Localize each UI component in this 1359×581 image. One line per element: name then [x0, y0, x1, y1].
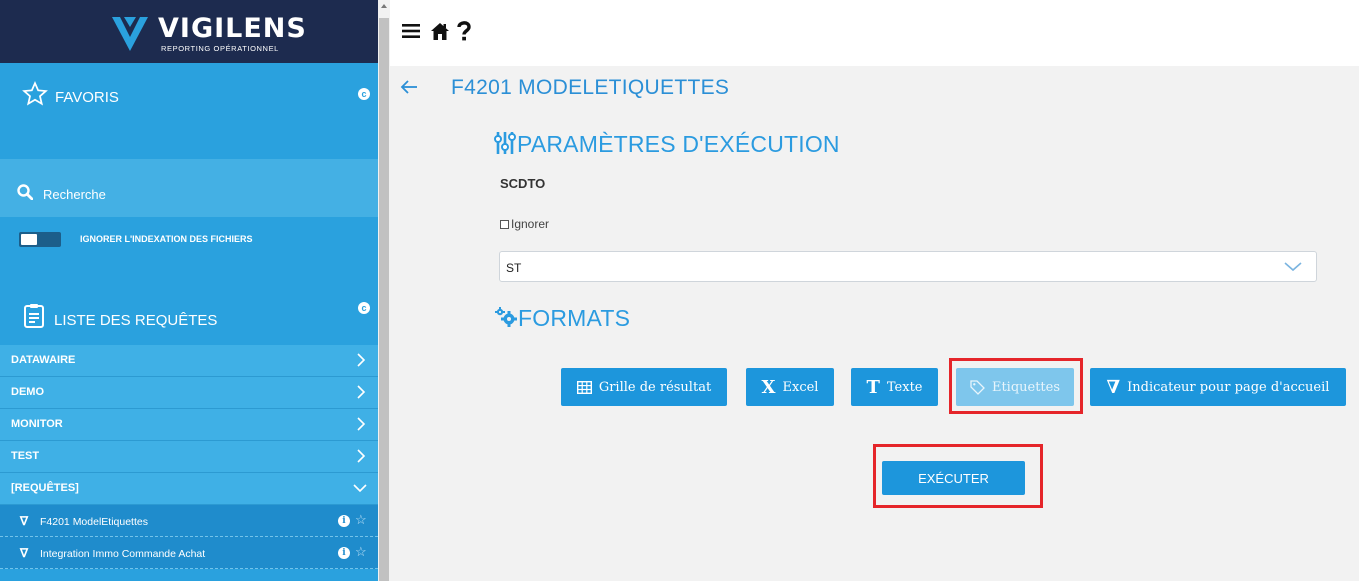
- format-label: Grille de résultat: [598, 379, 712, 395]
- favorites-section: FAVORIS c: [0, 63, 378, 159]
- param-select[interactable]: ST: [499, 251, 1317, 282]
- format-label: Texte: [886, 379, 923, 395]
- main-content: F4201 MODELETIQUETTES PARAMÈTRES D'EXÉCU…: [390, 0, 1359, 581]
- brand-name: VIGILENS: [158, 13, 307, 44]
- folder-item-requetes[interactable]: [REQUÊTES]: [0, 473, 378, 505]
- chevron-right-icon: [357, 353, 366, 367]
- formats-section-title: FORMATS: [494, 305, 630, 332]
- sidebar: VIGILENS REPORTING OPÉRATIONNEL FAVORIS …: [0, 0, 378, 581]
- format-button-home-indicator[interactable]: ∇ Indicateur pour page d'accueil: [1090, 368, 1346, 406]
- text-icon: T: [866, 376, 880, 398]
- request-item[interactable]: ∇ F4201 ModelEtiquettes i ☆: [0, 505, 378, 537]
- favorite-star-icon[interactable]: ☆: [355, 512, 367, 528]
- favorites-title: FAVORIS: [55, 89, 119, 106]
- info-icon[interactable]: i: [338, 547, 350, 559]
- clipboard-icon: [24, 304, 44, 328]
- format-button-text[interactable]: T Texte: [851, 368, 938, 406]
- param-select-value: ST: [506, 261, 522, 275]
- param-field-label: SCDTO: [500, 176, 546, 191]
- folder-item-test[interactable]: TEST: [0, 441, 378, 473]
- sidebar-scrollbar[interactable]: [378, 0, 390, 581]
- folder-item-datawaire[interactable]: DATAWAIRE: [0, 345, 378, 377]
- highlight-frame-execute: [873, 444, 1043, 508]
- request-label: Integration Immo Commande Achat: [40, 548, 206, 560]
- ignore-checkbox[interactable]: [500, 220, 509, 229]
- vigilens-v-icon: ∇: [20, 514, 29, 528]
- requests-title: LISTE DES REQUÊTES: [54, 312, 218, 329]
- ignore-indexing-toggle[interactable]: [19, 232, 61, 247]
- gears-icon: [495, 307, 517, 327]
- help-icon[interactable]: [457, 21, 471, 41]
- sliders-icon: [494, 132, 516, 154]
- info-icon[interactable]: i: [338, 515, 350, 527]
- scroll-up-icon[interactable]: [381, 4, 387, 8]
- chevron-right-icon: [357, 417, 366, 431]
- folder-label: MONITOR: [11, 418, 63, 430]
- ignore-indexing-label: IGNORER L'INDEXATION DES FICHIERS: [80, 234, 253, 244]
- brand-subtitle: REPORTING OPÉRATIONNEL: [161, 44, 279, 53]
- menu-icon[interactable]: [402, 23, 420, 39]
- format-label: Excel: [782, 379, 819, 395]
- excel-icon: X: [761, 376, 776, 398]
- params-section-title: PARAMÈTRES D'EXÉCUTION: [494, 131, 840, 158]
- scrollbar-thumb[interactable]: [379, 18, 389, 581]
- requests-list: DATAWAIRE DEMO MONITOR TEST [REQUÊTES] ∇…: [0, 345, 378, 569]
- search-item[interactable]: Recherche: [0, 159, 378, 217]
- search-icon: [17, 184, 33, 200]
- formats-title-text: FORMATS: [518, 305, 631, 331]
- top-toolbar: [390, 0, 1359, 66]
- back-arrow-icon[interactable]: [400, 78, 418, 96]
- params-title-text: PARAMÈTRES D'EXÉCUTION: [517, 131, 840, 157]
- ignore-label: Ignorer: [511, 217, 550, 231]
- highlight-frame-labels: [949, 358, 1083, 414]
- chevron-down-icon: [1284, 262, 1302, 272]
- folder-label: [REQUÊTES]: [11, 482, 79, 494]
- requests-collapse-icon[interactable]: c: [358, 302, 370, 314]
- vigilens-logo: [112, 17, 148, 51]
- page-title: F4201 MODELETIQUETTES: [451, 76, 730, 99]
- folder-label: TEST: [11, 450, 40, 462]
- format-button-excel[interactable]: X Excel: [746, 368, 834, 406]
- grid-icon: [576, 380, 592, 394]
- vigilens-v-icon: ∇: [20, 546, 29, 560]
- search-label: Recherche: [43, 187, 106, 202]
- folder-item-monitor[interactable]: MONITOR: [0, 409, 378, 441]
- ignore-indexing-row: IGNORER L'INDEXATION DES FICHIERS: [0, 217, 378, 247]
- folder-label: DEMO: [11, 386, 44, 398]
- request-label: F4201 ModelEtiquettes: [40, 516, 148, 528]
- format-label: Indicateur pour page d'accueil: [1127, 379, 1330, 395]
- format-button-grid[interactable]: Grille de résultat: [561, 368, 727, 406]
- folder-label: DATAWAIRE: [11, 354, 76, 366]
- home-icon[interactable]: [431, 23, 449, 40]
- chevron-right-icon: [357, 449, 366, 463]
- favorite-star-icon[interactable]: ☆: [355, 544, 367, 560]
- chevron-right-icon: [357, 385, 366, 399]
- request-item[interactable]: ∇ Integration Immo Commande Achat i ☆: [0, 537, 378, 569]
- favorites-collapse-icon[interactable]: c: [358, 88, 370, 100]
- star-outline-icon: [22, 81, 48, 106]
- chevron-down-icon: [353, 484, 367, 493]
- requests-header: LISTE DES REQUÊTES c: [0, 290, 378, 345]
- ignore-checkbox-row[interactable]: Ignorer: [500, 217, 549, 231]
- vigilens-icon: ∇: [1106, 376, 1121, 398]
- brand-header[interactable]: VIGILENS REPORTING OPÉRATIONNEL: [0, 0, 378, 63]
- folder-item-demo[interactable]: DEMO: [0, 377, 378, 409]
